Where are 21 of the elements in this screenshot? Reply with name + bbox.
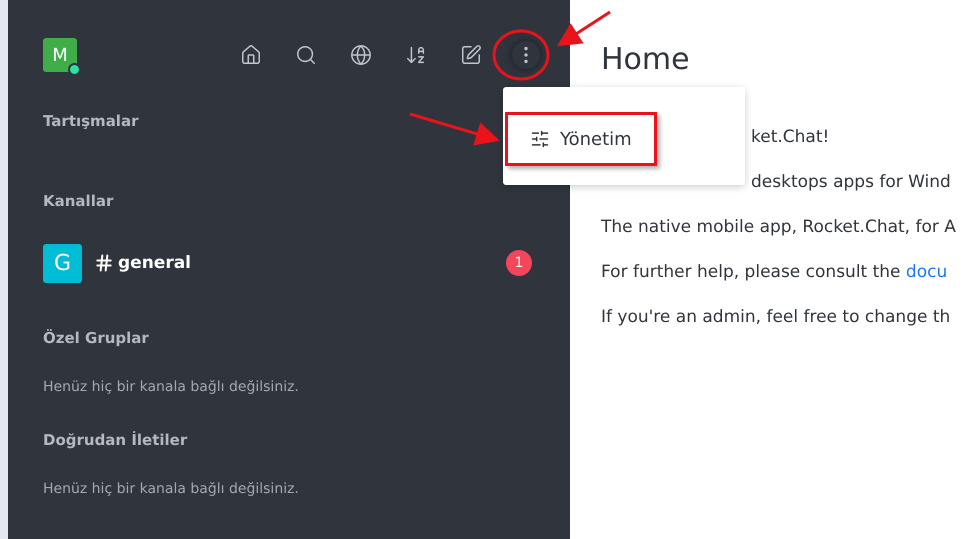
section-title: Kanallar: [43, 191, 114, 212]
empty-message: Henüz hiç bir kanala bağlı değilsiniz.: [43, 379, 300, 395]
paragraph: The native mobile app, Rocket.Chat, for A: [601, 217, 957, 239]
sliders-icon: [530, 129, 550, 149]
unread-badge: 1: [506, 250, 532, 276]
paragraph: For further help, please consult the docu: [601, 262, 948, 284]
section-title: Doğrudan İletiler: [43, 430, 188, 451]
menu-item[interactable]: Yönetim: [505, 112, 657, 166]
channel-avatar: G: [43, 244, 82, 282]
page-title: Home: [601, 42, 691, 77]
paragraph: If you're an admin, feel free to change th: [601, 307, 952, 329]
annotation-arrow: [556, 10, 611, 46]
paragraph: desktops apps for Wind: [750, 172, 952, 194]
hash-icon: [94, 253, 114, 273]
channel-name: general: [118, 253, 192, 273]
section-title: Tartışmalar: [43, 111, 138, 132]
channel-item[interactable]: G general 1: [43, 243, 570, 283]
empty-message: Henüz hiç bir kanala bağlı değilsiniz.: [43, 481, 300, 497]
annotation-circle: [492, 30, 550, 80]
documentation-link[interactable]: docu: [906, 262, 948, 282]
section-title: Özel Gruplar: [43, 328, 149, 349]
